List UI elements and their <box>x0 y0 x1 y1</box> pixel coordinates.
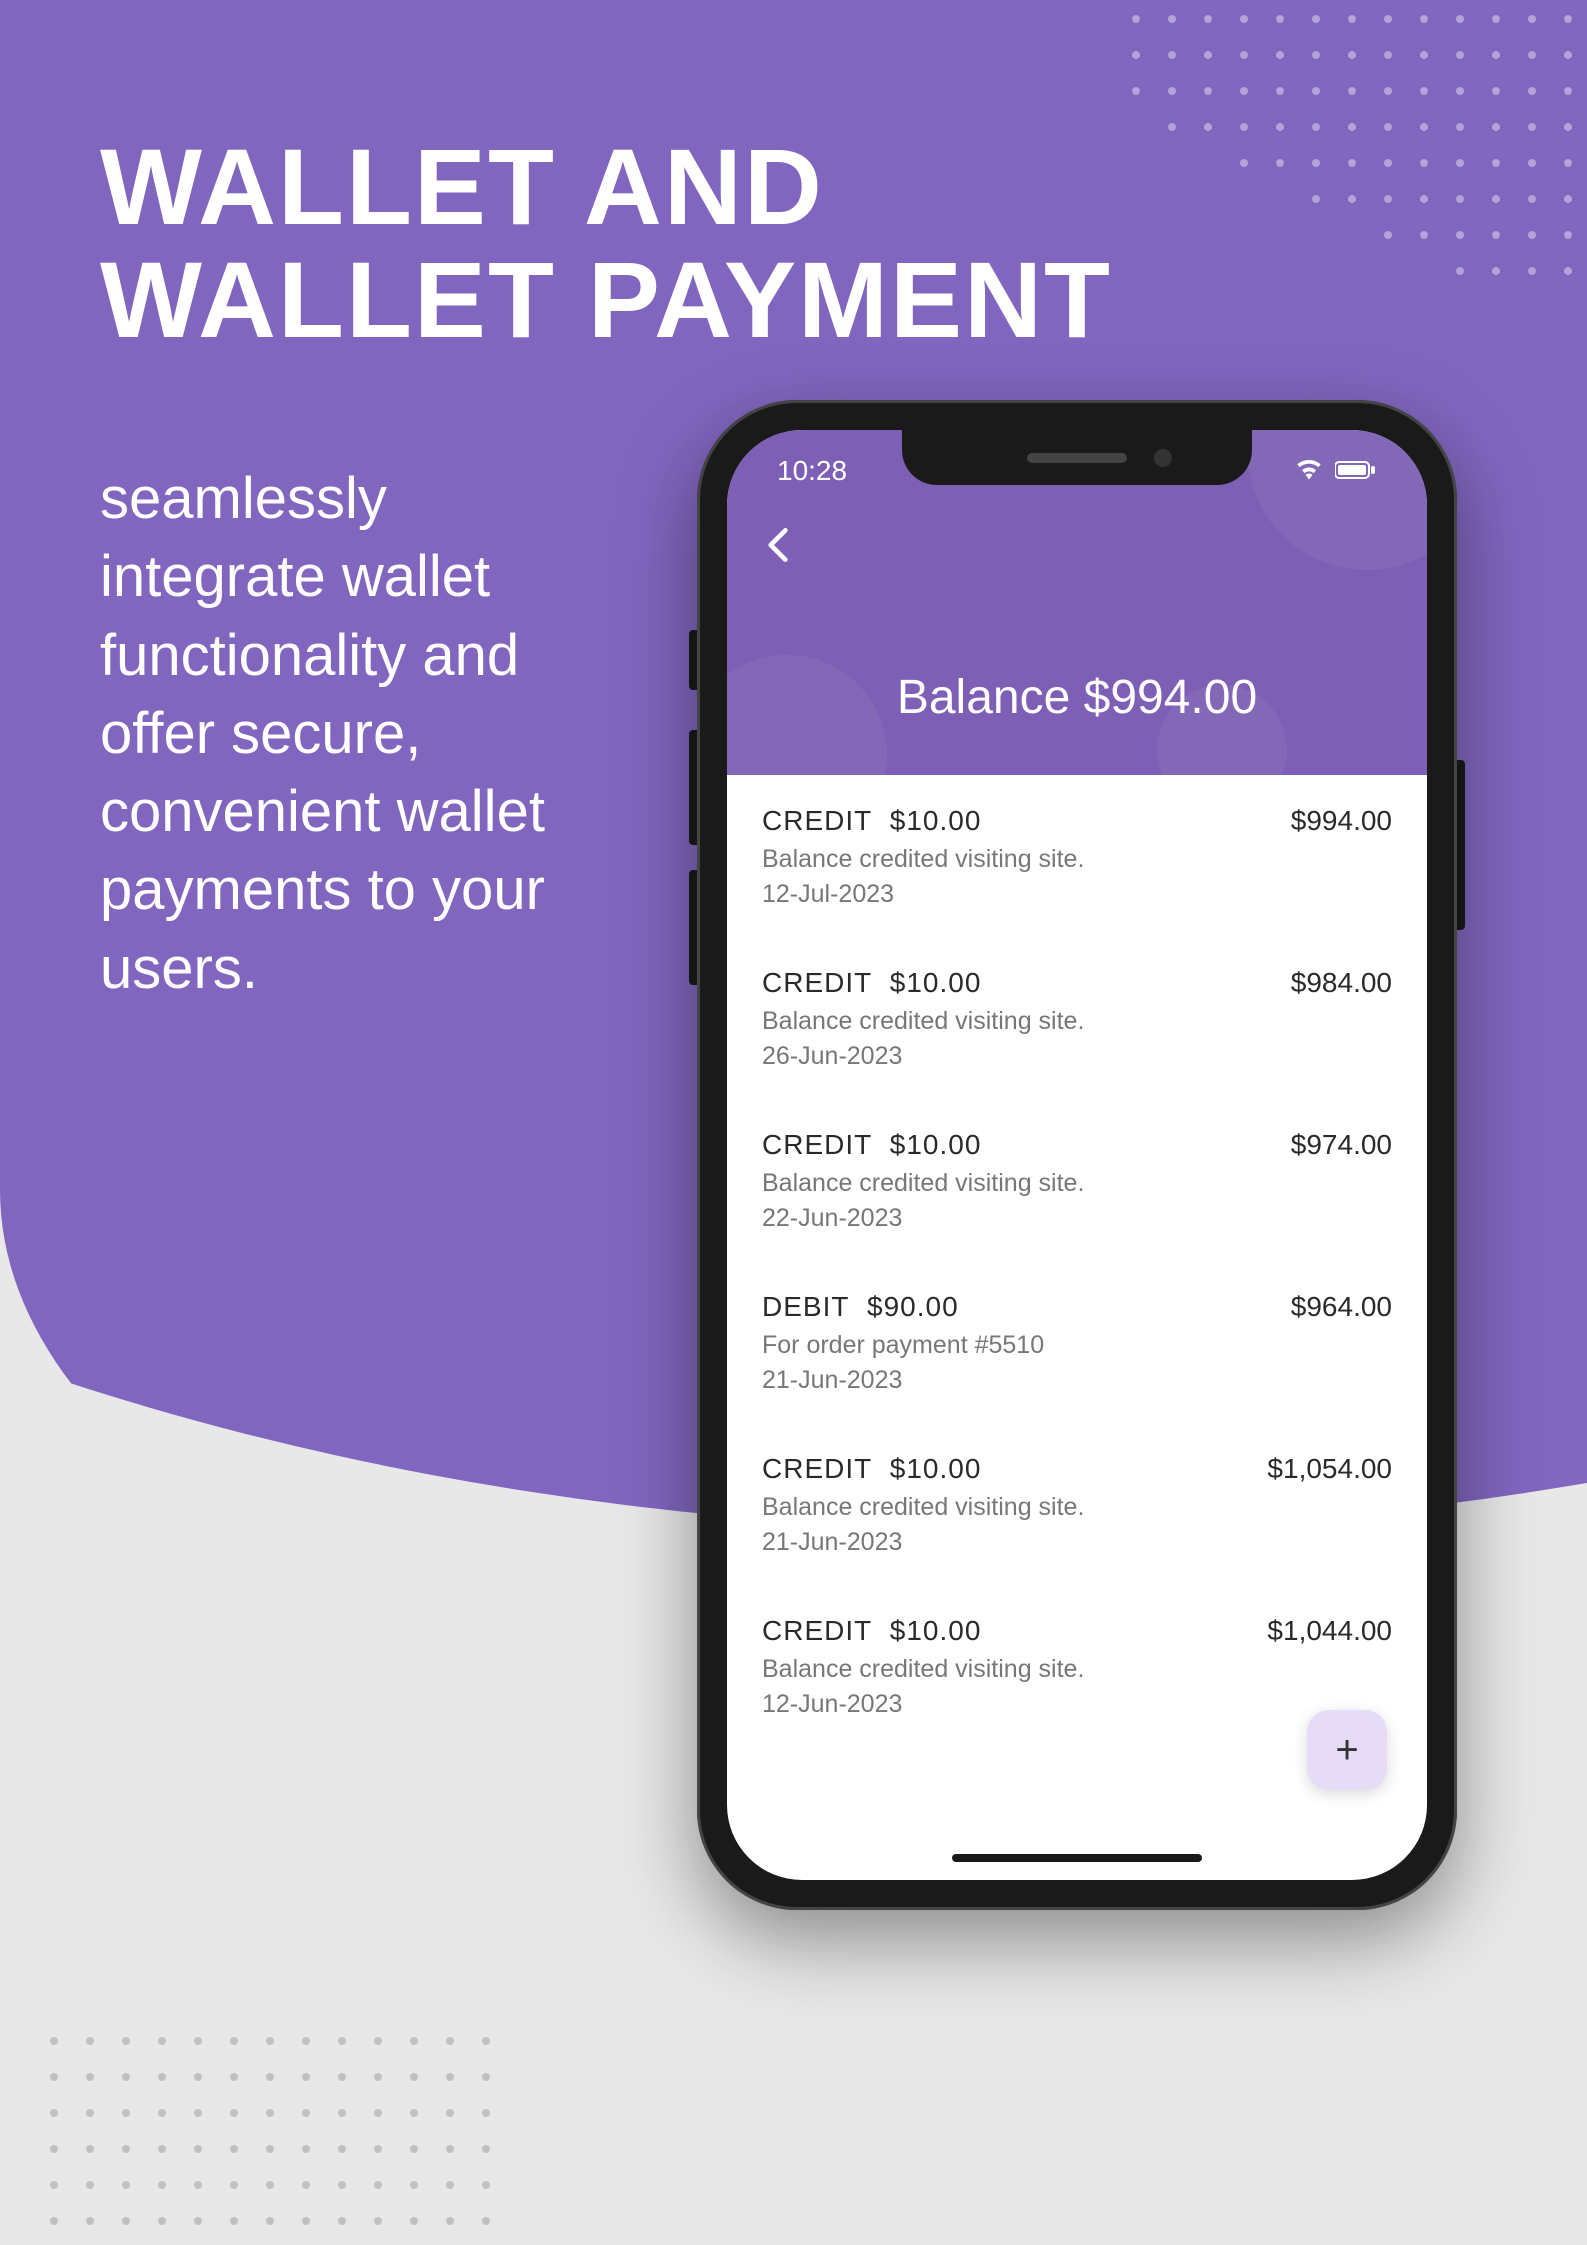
transaction-date: 21-Jun-2023 <box>762 1366 1291 1395</box>
add-button[interactable]: + <box>1307 1710 1387 1790</box>
status-time: 10:28 <box>777 455 847 487</box>
phone-notch <box>902 430 1252 485</box>
transaction-type-amount: CREDIT $10.00 <box>762 1453 1267 1485</box>
transaction-description: For order payment #5510 <box>762 1331 1291 1360</box>
transaction-running-balance: $1,044.00 <box>1267 1615 1392 1647</box>
transaction-row[interactable]: CREDIT $10.00 Balance credited visiting … <box>762 1099 1392 1261</box>
transaction-running-balance: $1,054.00 <box>1267 1453 1392 1485</box>
transaction-running-balance: $974.00 <box>1291 1129 1392 1161</box>
transaction-type-amount: CREDIT $10.00 <box>762 967 1291 999</box>
balance-label: Balance $994.00 <box>727 670 1427 725</box>
hero-title-line1: WALLET AND <box>100 130 1112 243</box>
hero-title: WALLET AND WALLET PAYMENT <box>100 130 1112 357</box>
transaction-running-balance: $994.00 <box>1291 805 1392 837</box>
plus-icon: + <box>1335 1728 1358 1773</box>
phone-frame: 10:28 Balance $994.00 <box>697 400 1457 1910</box>
transaction-date: 12-Jul-2023 <box>762 880 1291 909</box>
transaction-description: Balance credited visiting site. <box>762 1007 1291 1036</box>
phone-volume-up-button <box>689 730 697 845</box>
decorative-dots-top <box>1132 15 1572 275</box>
transaction-type-amount: CREDIT $10.00 <box>762 1615 1267 1647</box>
phone-screen: 10:28 Balance $994.00 <box>727 430 1427 1880</box>
transaction-running-balance: $984.00 <box>1291 967 1392 999</box>
phone-volume-down-button <box>689 870 697 985</box>
transaction-description: Balance credited visiting site. <box>762 1655 1267 1684</box>
phone-mockup: 10:28 Balance $994.00 <box>697 400 1457 1910</box>
transaction-row[interactable]: DEBIT $90.00 For order payment #5510 21-… <box>762 1261 1392 1423</box>
transaction-description: Balance credited visiting site. <box>762 1493 1267 1522</box>
transaction-row[interactable]: CREDIT $10.00 Balance credited visiting … <box>762 937 1392 1099</box>
transaction-running-balance: $964.00 <box>1291 1291 1392 1323</box>
transaction-type-amount: CREDIT $10.00 <box>762 1129 1291 1161</box>
phone-side-button <box>689 630 697 690</box>
transaction-type-amount: DEBIT $90.00 <box>762 1291 1291 1323</box>
phone-camera <box>1154 449 1172 467</box>
hero-title-line2: WALLET PAYMENT <box>100 243 1112 356</box>
transaction-date: 22-Jun-2023 <box>762 1204 1291 1233</box>
transaction-row[interactable]: CREDIT $10.00 Balance credited visiting … <box>762 1423 1392 1585</box>
transaction-row[interactable]: CREDIT $10.00 Balance credited visiting … <box>762 1585 1392 1747</box>
transaction-date: 21-Jun-2023 <box>762 1528 1267 1557</box>
transaction-description: Balance credited visiting site. <box>762 845 1291 874</box>
phone-speaker <box>1027 453 1127 463</box>
transaction-row[interactable]: CREDIT $10.00 Balance credited visiting … <box>762 775 1392 937</box>
phone-power-button <box>1457 760 1465 930</box>
hero-subtitle: seamlessly integrate wallet functionalit… <box>100 460 580 1008</box>
transaction-date: 12-Jun-2023 <box>762 1690 1267 1719</box>
transaction-date: 26-Jun-2023 <box>762 1042 1291 1071</box>
back-button[interactable] <box>757 515 799 585</box>
header-decoration <box>1247 430 1427 570</box>
decorative-dots-bottom <box>50 2037 490 2225</box>
transaction-type-amount: CREDIT $10.00 <box>762 805 1291 837</box>
home-indicator[interactable] <box>952 1854 1202 1862</box>
transaction-description: Balance credited visiting site. <box>762 1169 1291 1198</box>
